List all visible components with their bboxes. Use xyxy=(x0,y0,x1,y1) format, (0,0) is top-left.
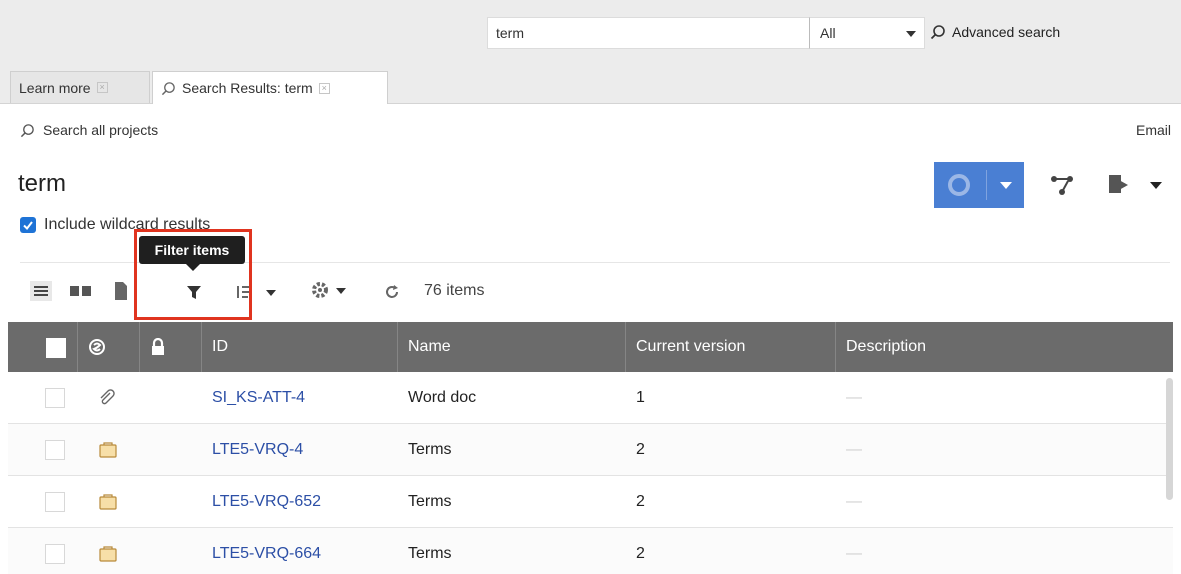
wildcard-checkbox[interactable] xyxy=(20,217,36,233)
list-view-icon[interactable] xyxy=(30,281,52,301)
results-table: ID Name Current version Description SI_K… xyxy=(8,322,1173,574)
folder-icon xyxy=(99,442,117,458)
circle-icon xyxy=(948,174,970,196)
name-column-header[interactable]: Name xyxy=(398,322,626,372)
tab-learn-more[interactable]: Learn more × xyxy=(10,71,150,103)
row-checkbox[interactable] xyxy=(45,492,65,512)
table-row[interactable]: LTE5-VRQ-652 Terms 2 — xyxy=(8,476,1173,528)
row-description: — xyxy=(846,545,862,562)
advanced-search-label: Advanced search xyxy=(952,24,1061,40)
version-column-header[interactable]: Current version xyxy=(626,322,836,372)
chevron-down-icon xyxy=(906,31,916,37)
row-description: — xyxy=(846,389,862,406)
row-name: Terms xyxy=(408,545,452,562)
row-name: Terms xyxy=(408,493,452,510)
row-id-link[interactable]: LTE5-VRQ-664 xyxy=(202,528,321,574)
tab-search-results[interactable]: Search Results: term × xyxy=(152,71,388,104)
tooltip-arrow xyxy=(186,264,200,271)
select-all-header xyxy=(8,322,78,372)
lock-icon xyxy=(152,338,164,355)
row-version: 2 xyxy=(636,441,645,458)
search-all-label: Search all projects xyxy=(43,122,159,138)
search-input[interactable]: term xyxy=(487,17,809,49)
row-type-icon xyxy=(88,424,118,476)
row-name: Terms xyxy=(408,441,452,458)
row-description: — xyxy=(846,441,862,458)
row-id-link[interactable]: SI_KS-ATT-4 xyxy=(202,372,305,424)
row-type-icon xyxy=(88,528,118,574)
paperclip-icon xyxy=(100,389,115,405)
refresh-icon[interactable] xyxy=(384,284,400,300)
folder-icon xyxy=(99,546,117,562)
row-type-icon xyxy=(88,476,118,528)
search-icon xyxy=(161,81,175,95)
button-divider xyxy=(986,170,987,200)
top-search-bar: term All Advanced search xyxy=(0,0,1181,62)
tab-strip: Learn more × Search Results: term × xyxy=(0,62,1181,104)
tooltip: Filter items xyxy=(139,236,245,264)
table-row[interactable]: LTE5-VRQ-664 Terms 2 — xyxy=(8,528,1173,574)
search-icon xyxy=(930,25,945,40)
relationship-icon[interactable] xyxy=(1048,172,1076,198)
id-column-header[interactable]: ID xyxy=(202,322,398,372)
search-all-projects-link[interactable]: Search all projects xyxy=(20,122,158,138)
table-row[interactable]: SI_KS-ATT-4 Word doc 1 — xyxy=(8,372,1173,424)
close-icon[interactable]: × xyxy=(96,82,108,93)
row-version: 2 xyxy=(636,493,645,510)
type-column-header[interactable] xyxy=(78,322,140,372)
primary-action-button[interactable] xyxy=(934,162,1024,208)
type-icon xyxy=(89,339,105,355)
id-header-label: ID xyxy=(212,338,228,355)
page-title: term xyxy=(18,170,66,197)
tab-label: Search Results: term xyxy=(182,80,313,96)
gear-icon[interactable] xyxy=(310,280,350,300)
checkmark-icon xyxy=(23,221,33,231)
tab-label: Learn more xyxy=(19,79,91,96)
search-scope-select[interactable]: All xyxy=(809,17,925,49)
row-version: 1 xyxy=(636,389,645,406)
folder-icon xyxy=(99,494,117,510)
search-icon xyxy=(20,123,34,137)
table-row[interactable]: LTE5-VRQ-4 Terms 2 — xyxy=(8,424,1173,476)
email-link[interactable]: Email xyxy=(1136,122,1171,138)
row-checkbox[interactable] xyxy=(45,440,65,460)
table-scrollbar[interactable] xyxy=(1166,378,1173,500)
table-header: ID Name Current version Description xyxy=(8,322,1173,372)
name-header-label: Name xyxy=(408,338,451,355)
description-header-label: Description xyxy=(846,338,927,355)
row-version: 2 xyxy=(636,545,645,562)
document-view-icon[interactable] xyxy=(114,281,128,301)
row-id-link[interactable]: LTE5-VRQ-4 xyxy=(202,424,303,476)
row-description: — xyxy=(846,493,862,510)
row-checkbox[interactable] xyxy=(45,544,65,564)
row-checkbox[interactable] xyxy=(45,388,65,408)
lock-column-header[interactable] xyxy=(140,322,202,372)
export-icon[interactable] xyxy=(1106,172,1162,198)
advanced-search-link[interactable]: Advanced search xyxy=(930,24,1060,40)
version-header-label: Current version xyxy=(636,338,746,355)
search-scope-value: All xyxy=(820,25,836,41)
row-id-link[interactable]: LTE5-VRQ-652 xyxy=(202,476,321,528)
select-all-checkbox[interactable] xyxy=(46,338,66,358)
row-type-icon xyxy=(88,372,116,424)
chevron-down-icon[interactable] xyxy=(1000,182,1012,189)
description-column-header[interactable]: Description xyxy=(836,322,1173,372)
grid-view-icon[interactable] xyxy=(70,284,92,298)
row-name: Word doc xyxy=(408,389,477,406)
items-count: 76 items xyxy=(424,282,485,299)
close-icon[interactable]: × xyxy=(318,82,330,94)
